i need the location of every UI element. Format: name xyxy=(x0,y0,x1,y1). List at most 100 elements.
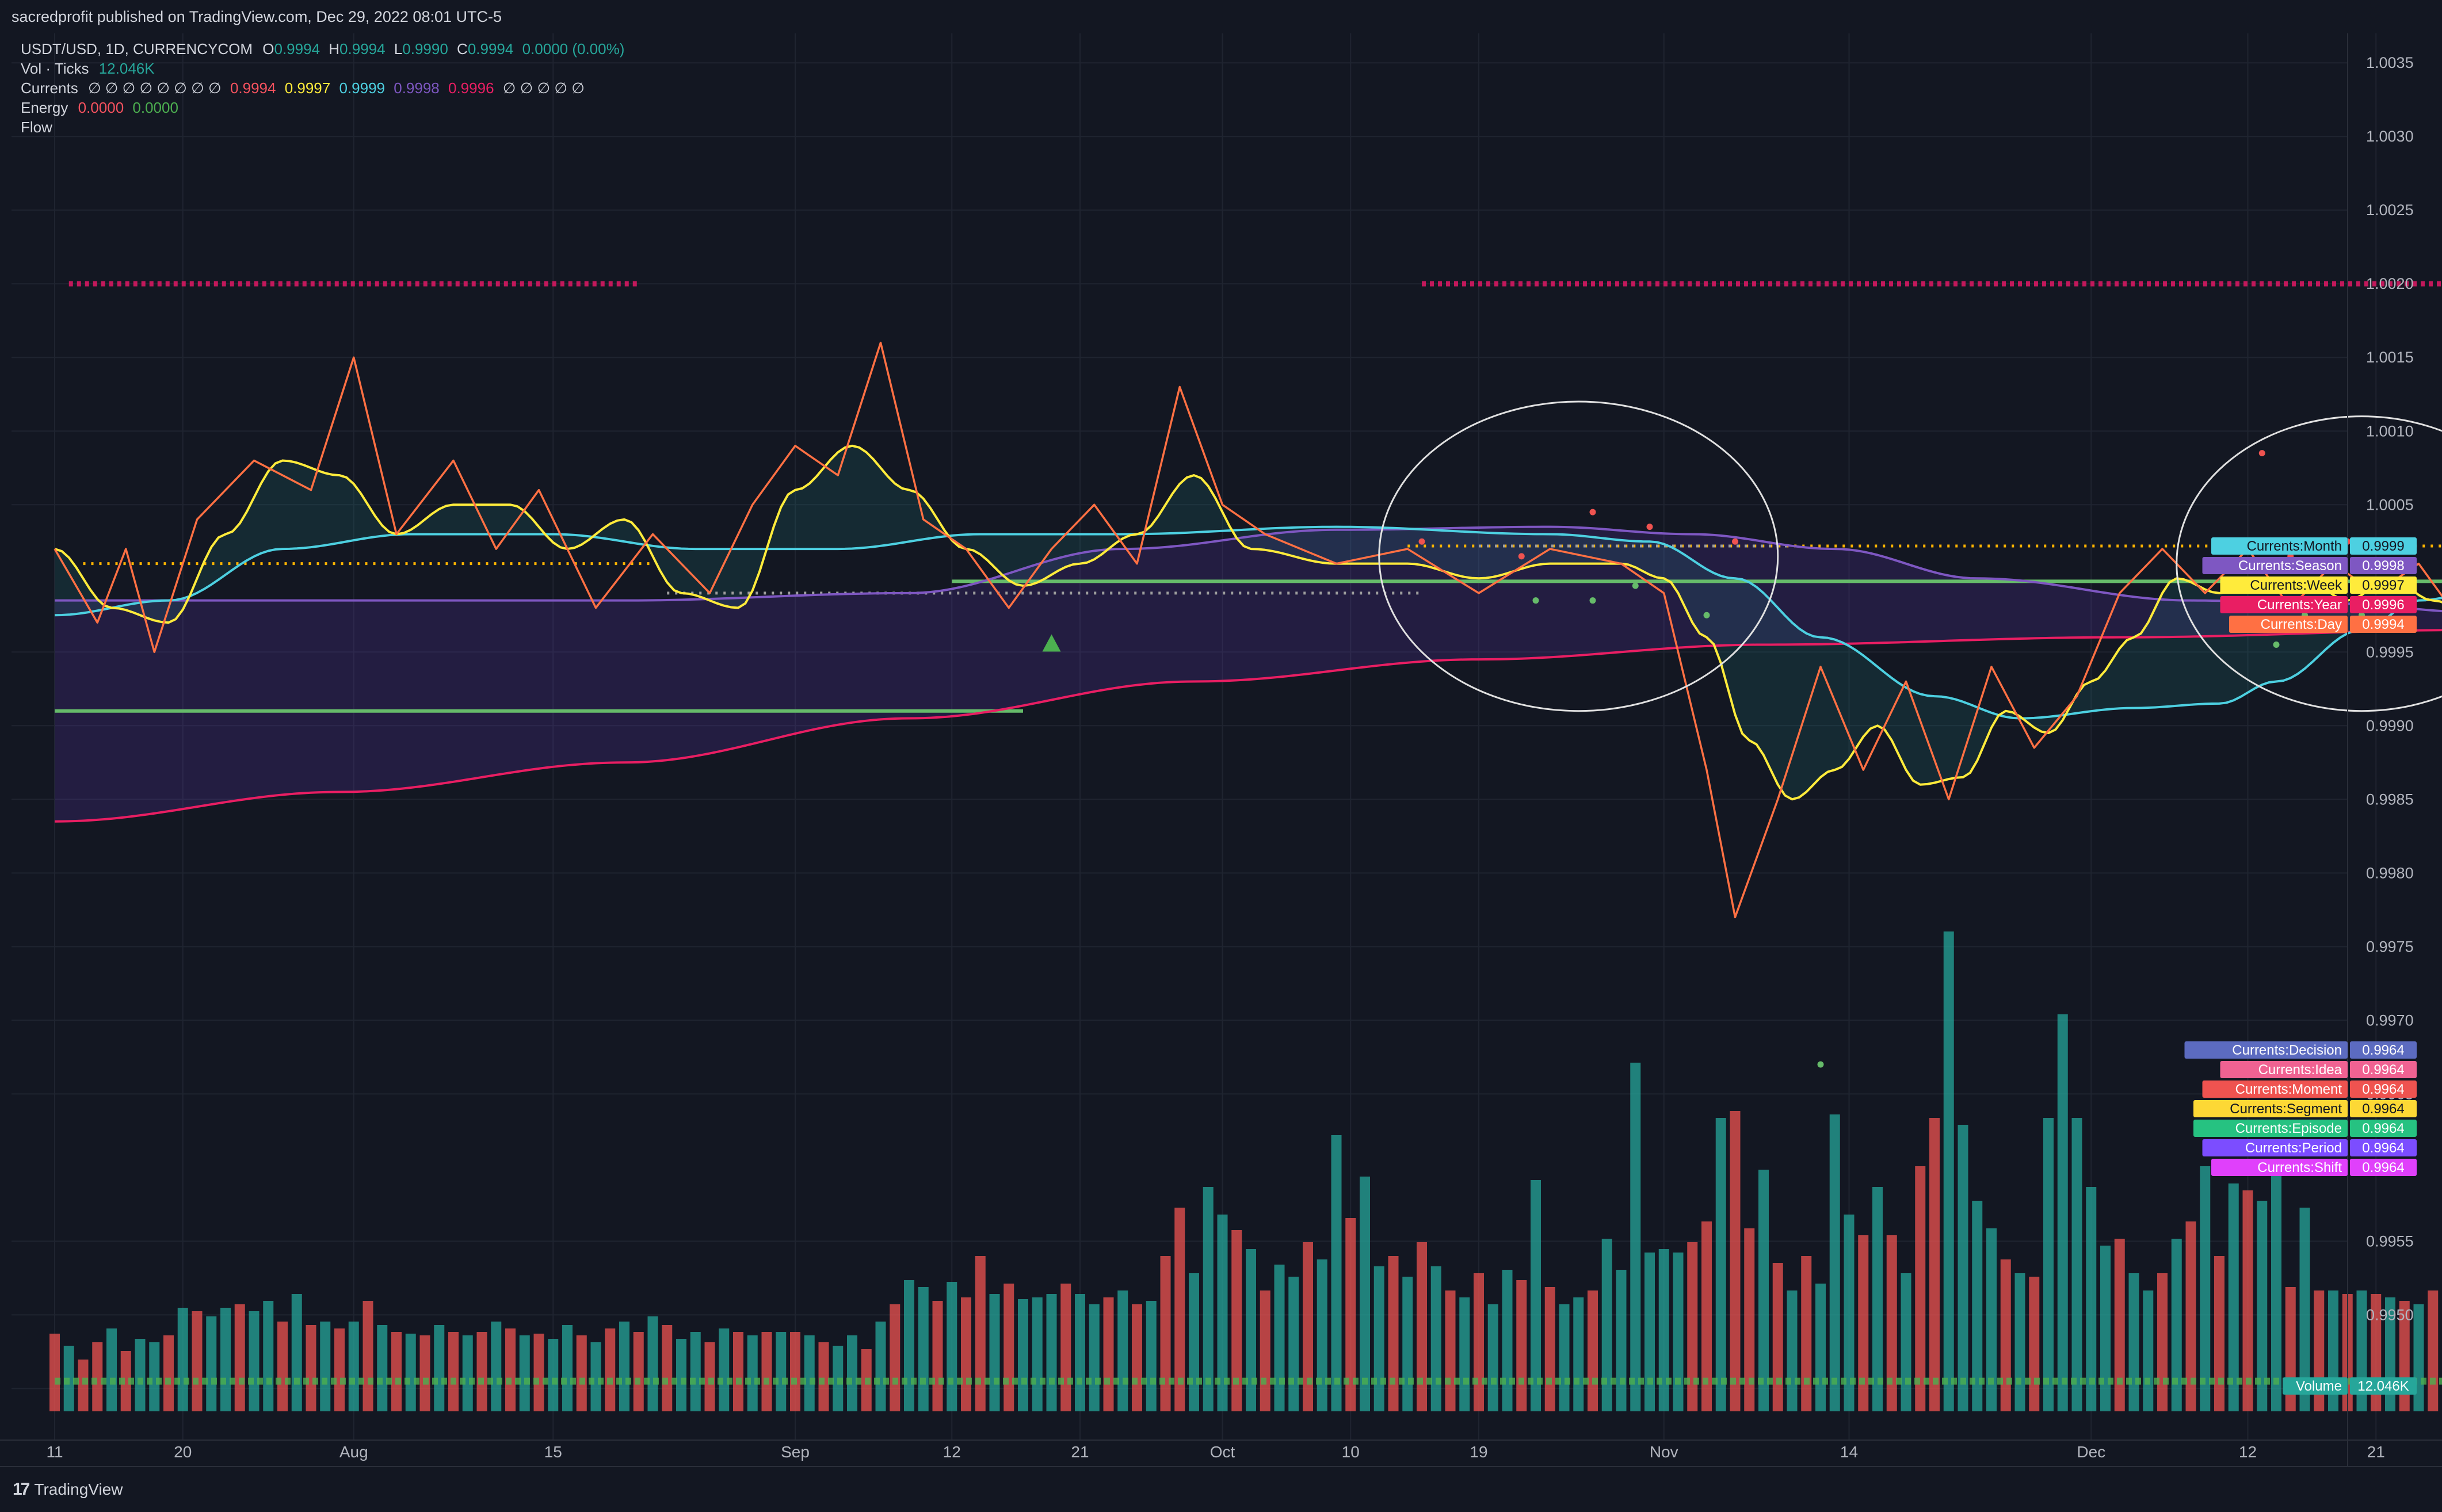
price-tag-value: 0.9994 xyxy=(2362,617,2404,632)
volume-bar xyxy=(904,1280,914,1411)
volume-bar xyxy=(719,1328,730,1411)
volume-bar xyxy=(1402,1277,1413,1411)
volume-bar xyxy=(2100,1246,2111,1411)
volume-bar xyxy=(519,1335,530,1411)
price-tag-value: 0.9998 xyxy=(2362,558,2404,574)
volume-bar xyxy=(1331,1135,1342,1411)
volume-bar xyxy=(1588,1290,1598,1411)
volume-bar xyxy=(1018,1299,1028,1411)
time-tick-label: 11 xyxy=(46,1443,63,1461)
price-tag: Currents:Period 0.9964 xyxy=(2202,1139,2417,1156)
price-tag: Currents:Year 0.9996 xyxy=(2220,596,2417,613)
volume-bar xyxy=(1758,1170,1769,1411)
vol-label: Vol · Ticks xyxy=(21,60,89,77)
currents-value-2: 0.9999 xyxy=(339,79,385,97)
price-tag-value: 0.9964 xyxy=(2362,1101,2404,1117)
volume-bar xyxy=(804,1335,815,1411)
volume-bar xyxy=(1943,931,1954,1411)
volume-bar xyxy=(1103,1297,1114,1411)
volume-bar xyxy=(2228,1183,2239,1411)
volume-bar xyxy=(1203,1187,1214,1411)
volume-bar xyxy=(961,1297,971,1411)
volume-bar xyxy=(975,1256,986,1411)
publish-bar: sacredprofit published on TradingView.co… xyxy=(0,0,2442,35)
volume-bar xyxy=(491,1322,502,1411)
signal-dot xyxy=(1518,553,1525,560)
legend-vol-row[interactable]: Vol · Ticks 12.046K xyxy=(21,59,624,78)
volume-bar xyxy=(92,1342,103,1411)
volume-bar xyxy=(2171,1239,2182,1411)
price-tag: Currents:Decision 0.9964 xyxy=(2184,1041,2417,1059)
price-tag-name: Currents:Segment xyxy=(2230,1101,2342,1117)
price-tick-label: 0.9950 xyxy=(2366,1306,2414,1323)
time-tick-label: Dec xyxy=(2077,1443,2105,1461)
volume-bar xyxy=(647,1316,658,1411)
volume-bar xyxy=(1274,1265,1285,1411)
volume-bar xyxy=(947,1282,957,1411)
volume-bar xyxy=(2143,1290,2154,1411)
volume-bar xyxy=(192,1311,203,1411)
volume-bar xyxy=(790,1332,800,1411)
signal-dot xyxy=(2273,641,2280,648)
signal-dot xyxy=(1418,538,1425,545)
volume-bar xyxy=(1958,1125,1968,1411)
volume-bar xyxy=(1715,1118,1726,1411)
chart-canvas[interactable]: 1.0035 1.0030 1.0025 1.0020 1.0015 1.0010 1.00… xyxy=(0,33,2442,1466)
volume-bar xyxy=(932,1301,943,1411)
volume-bar xyxy=(1360,1177,1370,1411)
signal-dot xyxy=(1589,597,1596,604)
price-tag-name: Currents:Season xyxy=(2238,558,2342,574)
time-tick-label: 14 xyxy=(1840,1443,1858,1461)
volume-bar xyxy=(576,1335,587,1411)
price-tick-label: 1.0010 xyxy=(2366,422,2414,440)
volume-bar xyxy=(1445,1290,1456,1411)
price-tag: Currents:Idea 0.9964 xyxy=(2220,1061,2417,1078)
volume-bar xyxy=(277,1322,288,1411)
volume-bar xyxy=(662,1325,673,1411)
volume-bar xyxy=(875,1322,886,1411)
volume-bar xyxy=(1687,1242,1698,1411)
signal-dot xyxy=(2258,450,2265,457)
price-tag-name: Currents:Week xyxy=(2250,578,2342,593)
volume-bar xyxy=(676,1339,686,1411)
price-tick-label: 1.0015 xyxy=(2366,349,2414,366)
price-tag: Currents:Month 0.9999 xyxy=(2211,537,2417,555)
volume-bar xyxy=(1003,1284,1014,1411)
volume-bar xyxy=(263,1301,274,1411)
time-tick-label: 19 xyxy=(1470,1443,1487,1461)
legend-symbol-row[interactable]: USDT/USD, 1D, CURRENCYCOM O0.9994 H0.999… xyxy=(21,39,624,59)
chart-legend: USDT/USD, 1D, CURRENCYCOM O0.9994 H0.999… xyxy=(21,39,624,137)
legend-currents-row[interactable]: Currents ∅ ∅ ∅ ∅ ∅ ∅ ∅ ∅ 0.9994 0.9997 0… xyxy=(21,78,624,98)
volume-bar xyxy=(1246,1249,1256,1411)
price-tag-value: 0.9964 xyxy=(2362,1062,2404,1078)
volume-bar xyxy=(2428,1290,2439,1411)
volume-bar xyxy=(747,1335,758,1411)
volume-bar xyxy=(405,1334,416,1411)
signal-dot xyxy=(1646,524,1653,530)
currents-value-1: 0.9997 xyxy=(284,79,331,97)
legend-flow-row[interactable]: Flow xyxy=(21,117,624,137)
currents-value-0: 0.9994 xyxy=(230,79,276,97)
volume-bar xyxy=(334,1328,345,1411)
price-tick-label: 0.9990 xyxy=(2366,717,2414,734)
volume-bar xyxy=(1858,1235,1869,1411)
volume-bar xyxy=(761,1332,772,1411)
price-tick-label: 0.9970 xyxy=(2366,1011,2414,1029)
signal-dot xyxy=(1703,612,1710,618)
volume-bar xyxy=(733,1332,743,1411)
change-value: 0.0000 (0.00%) xyxy=(522,40,625,58)
volume-bar xyxy=(1915,1166,1926,1411)
volume-bar xyxy=(1430,1266,1441,1411)
price-tag: Currents:Season 0.9998 xyxy=(2202,557,2417,574)
legend-energy-row[interactable]: Energy 0.0000 0.0000 xyxy=(21,98,624,117)
volume-bar xyxy=(1573,1297,1584,1411)
volume-bar xyxy=(149,1342,160,1411)
volume-bar xyxy=(462,1335,473,1411)
ohlc-low-label: L xyxy=(394,40,403,58)
volume-bar xyxy=(1075,1294,1085,1411)
price-tag-name: Currents:Shift xyxy=(2257,1160,2342,1175)
energy-value-0: 0.0000 xyxy=(78,99,124,116)
brand[interactable]: 17 TradingView xyxy=(13,1480,123,1499)
vol-value: 12.046K xyxy=(98,60,155,77)
volume-bar xyxy=(1644,1253,1655,1411)
